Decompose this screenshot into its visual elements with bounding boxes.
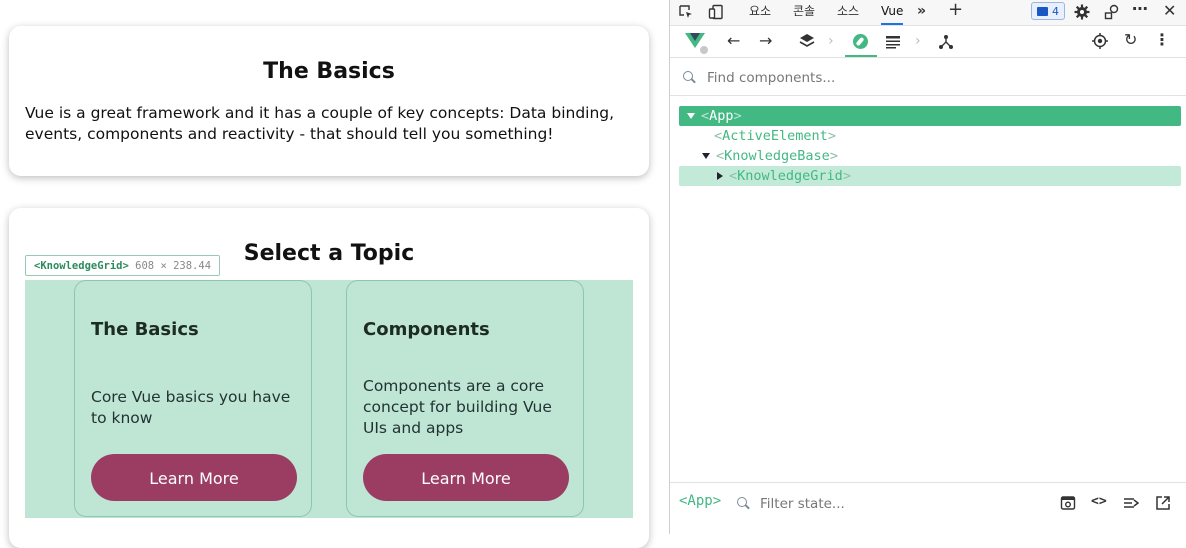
component-search-row [670,58,1186,96]
tab-vue[interactable]: Vue [881,3,904,25]
connection-status-dot [700,46,708,54]
device-toolbar-icon[interactable] [708,4,724,20]
inspect-label-size: 608 × 238.44 [135,260,212,272]
devtools-panel: 요소 콘솔 소스 Vue » + 4 ⋯ ✕ ← → › › ↻ ⋮ Find … [669,0,1186,534]
active-view-indicator [845,55,877,57]
search-icon [683,71,693,81]
code-icon[interactable]: <> [1091,494,1107,510]
topic-title: The Basics [91,319,199,340]
back-arrow-icon[interactable]: ← [727,33,740,49]
topic-description: Components are a core concept for buildi… [363,377,552,437]
component-name: ActiveElement [722,128,828,144]
inspect-dom-icon[interactable] [1123,495,1140,511]
devtools-tab-bar: 요소 콘솔 소스 Vue » + 4 ⋯ ✕ [670,0,1186,26]
forward-arrow-icon[interactable]: → [759,33,772,49]
vue-devtools-toolbar: ← → › › ↻ ⋮ [670,26,1186,58]
tab-console[interactable]: 콘솔 [793,3,815,23]
intro-text: Vue is a great framework and it has a co… [25,104,615,143]
component-name: App [709,108,734,124]
issues-icon[interactable]: 4 [1031,2,1065,20]
intro-card: The Basics Vue is a great framework and … [9,26,649,176]
tab-elements[interactable]: 요소 [749,3,771,23]
close-icon[interactable]: ✕ [1163,3,1176,19]
expand-arrow-icon[interactable] [702,153,710,159]
component-name: KnowledgeGrid [737,168,843,184]
add-tab-icon[interactable]: + [948,1,963,19]
component-graph-icon[interactable] [938,34,954,50]
component-name: KnowledgeBase [724,148,830,164]
more-tabs-icon[interactable]: » [917,3,926,19]
tree-node-knowledge-base[interactable]: <KnowledgeBase> [702,146,838,166]
tab-sources[interactable]: 소스 [837,3,859,23]
components-compass-icon[interactable] [853,34,868,49]
select-component-target-icon[interactable] [1092,33,1108,49]
inspect-element-icon[interactable] [678,4,694,20]
settings-icon[interactable] [1074,4,1090,20]
expand-arrow-icon[interactable] [687,113,695,119]
open-in-editor-icon[interactable] [1155,495,1171,511]
topic-description: Core Vue basics you have to know [91,388,291,427]
layers-icon[interactable] [799,33,815,49]
chevron-right-icon: › [915,33,921,49]
scroll-to-component-icon[interactable] [1060,495,1076,511]
find-components-input[interactable] [705,67,1109,89]
topic-card: The Basics Core Vue basics you have to k… [74,280,312,517]
collapsed-arrow-icon[interactable] [717,172,723,180]
chevron-right-icon: › [828,33,834,49]
intro-title: The Basics [263,59,395,84]
app-preview: The Basics Vue is a great framework and … [0,0,669,548]
tree-node-app[interactable]: <App> [679,106,1181,126]
timeline-icon[interactable] [885,34,901,50]
filter-state-input[interactable] [758,493,1012,515]
issues-count: 4 [1052,5,1059,18]
selected-component-label: <App> [679,493,722,509]
filter-search-icon [737,497,747,507]
tree-node-active-element[interactable]: <ActiveElement> [714,126,836,146]
more-options-icon[interactable]: ⋯ [1132,1,1148,17]
component-inspect-label: <KnowledgeGrid> 608 × 238.44 [25,255,221,276]
inspect-label-tag: <KnowledgeGrid> [34,260,129,272]
refresh-icon[interactable]: ↻ [1124,32,1137,48]
customize-icon[interactable] [1104,4,1120,20]
topic-title: Components [363,319,490,340]
topic-card: Components Components are a core concept… [346,280,584,517]
learn-more-button[interactable]: Learn More [363,454,569,501]
tree-node-knowledge-grid[interactable]: <KnowledgeGrid> [679,166,1181,186]
more-options-vertical-icon[interactable]: ⋮ [1154,32,1170,48]
learn-more-button[interactable]: Learn More [91,454,297,501]
state-inspector-bar: <App> <> [670,482,1186,522]
